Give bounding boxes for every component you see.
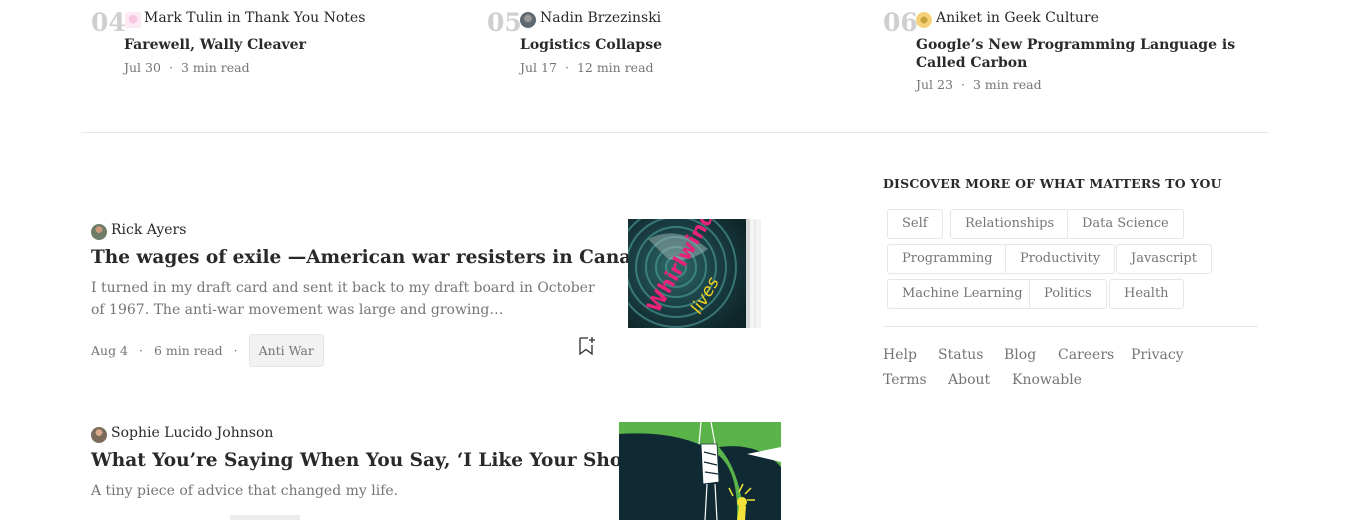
post-thumbnail[interactable]: Whirlwind lives	[628, 219, 761, 328]
footer-link-terms[interactable]: Terms	[883, 372, 927, 388]
sidebar-divider	[883, 326, 1258, 327]
topic-health[interactable]: Health	[1109, 279, 1184, 309]
trending-number: 06	[883, 8, 918, 37]
section-divider	[81, 132, 1269, 133]
author-avatar	[91, 427, 107, 443]
trending-title[interactable]: Farewell, Wally Cleaver	[124, 36, 454, 54]
discover-heading: DISCOVER MORE OF WHAT MATTERS TO YOU	[883, 176, 1222, 191]
bookmark-add-icon[interactable]	[578, 336, 596, 356]
author-avatar	[91, 224, 107, 240]
meta-dot: ·	[233, 343, 238, 358]
footer-link-privacy[interactable]: Privacy	[1131, 347, 1184, 363]
topic-javascript[interactable]: Javascript	[1116, 244, 1212, 274]
read-time: 12 min read	[576, 60, 654, 75]
publication-name[interactable]: Thank You Notes	[245, 10, 365, 26]
tag-chip[interactable]: Anti War	[248, 334, 324, 367]
author-name[interactable]: Aniket	[936, 10, 982, 26]
trending-title[interactable]: Google’s New Programming Language is Cal…	[916, 36, 1256, 72]
topic-machine-learning[interactable]: Machine Learning	[887, 279, 1038, 309]
read-time: 6 min read	[153, 343, 223, 358]
trending-byline[interactable]: Nadin Brzezinski	[540, 10, 661, 26]
post-author[interactable]: Sophie Lucido Johnson	[111, 425, 273, 441]
trending-item-06[interactable]: 06 Aniket in Geek Culture Google’s New P…	[883, 8, 1263, 108]
meta-dot: ·	[564, 60, 569, 75]
topic-productivity[interactable]: Productivity	[1005, 244, 1116, 274]
read-time: 3 min read	[180, 60, 250, 75]
trending-meta: Jul 23 · 3 min read	[916, 77, 1042, 92]
author-name[interactable]: Mark Tulin	[144, 10, 223, 26]
footer-link-status[interactable]: Status	[938, 347, 983, 363]
footer-link-about[interactable]: About	[948, 372, 990, 388]
meta-dot: ·	[168, 60, 173, 75]
trending-number: 05	[487, 8, 522, 37]
topic-data-science[interactable]: Data Science	[1067, 209, 1184, 239]
author-avatar	[125, 12, 141, 28]
post-title[interactable]: What You’re Saying When You Say, ‘I Like…	[91, 450, 651, 471]
topic-self[interactable]: Self	[887, 209, 943, 239]
topic-relationships[interactable]: Relationships	[950, 209, 1070, 239]
footer-link-knowable[interactable]: Knowable	[1012, 372, 1082, 388]
trending-byline[interactable]: Mark Tulin in Thank You Notes	[144, 10, 365, 26]
footer-link-careers[interactable]: Careers	[1058, 347, 1114, 363]
tag-chip[interactable]	[230, 515, 300, 520]
author-name[interactable]: Nadin Brzezinski	[540, 10, 661, 26]
topic-politics[interactable]: Politics	[1029, 279, 1107, 309]
author-avatar	[520, 12, 536, 28]
trending-title[interactable]: Logistics Collapse	[520, 36, 850, 54]
trending-number: 04	[91, 8, 126, 37]
trending-item-05[interactable]: 05 Nadin Brzezinski Logistics Collapse J…	[487, 8, 867, 108]
byline-in: in	[227, 10, 241, 26]
footer-link-blog[interactable]: Blog	[1004, 347, 1036, 363]
post-title[interactable]: The wages of exile —American war resiste…	[91, 247, 656, 268]
post-date: Jul 30	[124, 60, 161, 75]
post-date: Aug 4	[91, 343, 129, 358]
trending-meta: Jul 17 · 12 min read	[520, 60, 654, 75]
post-snippet[interactable]: A tiny piece of advice that changed my l…	[91, 480, 611, 502]
byline-in: in	[986, 10, 1000, 26]
footer-link-help[interactable]: Help	[883, 347, 917, 363]
post-date: Jul 17	[520, 60, 557, 75]
post-snippet[interactable]: I turned in my draft card and sent it ba…	[91, 277, 611, 321]
post-date: Jul 23	[916, 77, 953, 92]
author-avatar	[916, 12, 932, 28]
read-time: 3 min read	[972, 77, 1042, 92]
post-thumbnail[interactable]	[619, 422, 781, 520]
meta-dot: ·	[139, 343, 143, 358]
publication-name[interactable]: Geek Culture	[1004, 10, 1099, 26]
topic-programming[interactable]: Programming	[887, 244, 1008, 274]
post-meta: Aug 4 · 6 min read · Anti War	[91, 334, 324, 367]
trending-item-04[interactable]: 04 Mark Tulin in Thank You Notes Farewel…	[91, 8, 471, 108]
trending-meta: Jul 30 · 3 min read	[124, 60, 250, 75]
trending-byline[interactable]: Aniket in Geek Culture	[936, 10, 1099, 26]
post-author[interactable]: Rick Ayers	[111, 222, 186, 238]
meta-dot: ·	[960, 77, 965, 92]
